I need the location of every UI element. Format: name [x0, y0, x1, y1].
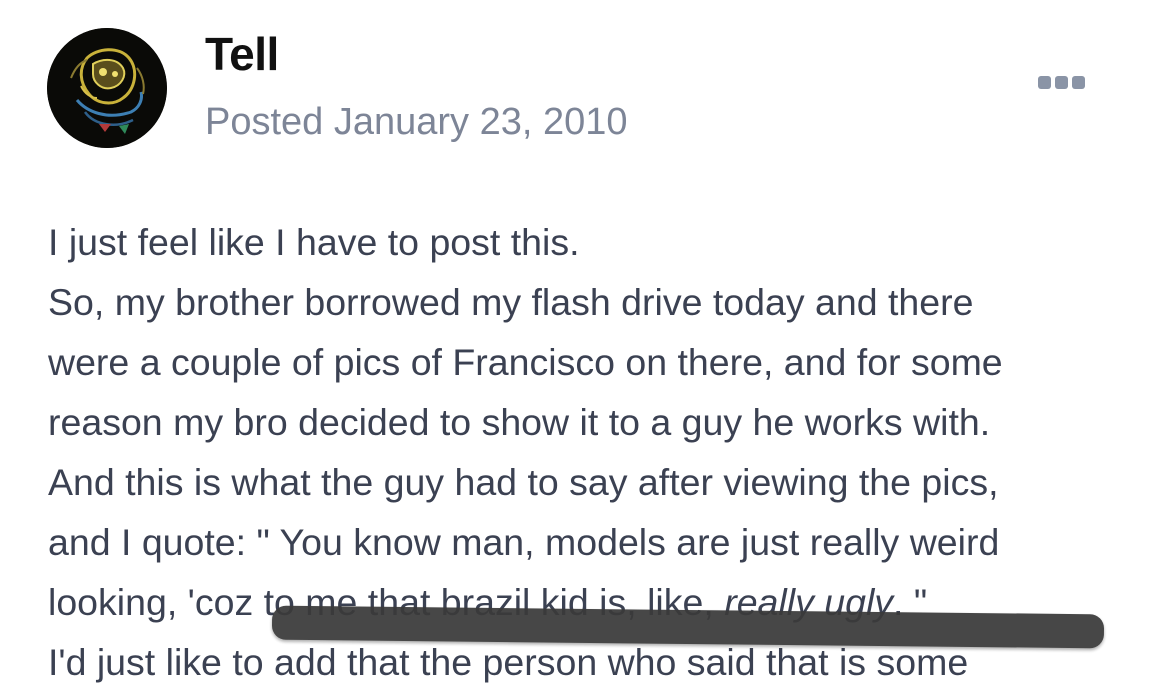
post-line: were a couple of pics of Francisco on th…: [48, 341, 1003, 383]
post-date: Posted January 23, 2010: [205, 101, 628, 143]
forum-post: Tell Posted January 23, 2010 I just feel…: [0, 0, 1170, 683]
post-line: And this is what the guy had to say afte…: [48, 461, 999, 503]
post-line: I just feel like I have to post this.: [48, 221, 580, 263]
dot-icon: [1037, 75, 1051, 89]
more-options-icon[interactable]: [1032, 70, 1090, 94]
post-line: reason my bro decided to show it to a gu…: [48, 401, 991, 443]
user-avatar[interactable]: [47, 28, 167, 148]
post-line: So, my brother borrowed my flash drive t…: [48, 281, 974, 323]
avatar-artwork: [47, 28, 167, 148]
dot-icon: [1054, 75, 1068, 89]
author-name[interactable]: Tell: [205, 27, 279, 81]
dot-icon: [1071, 75, 1085, 89]
post-line: and I quote: " You know man, models are …: [48, 521, 1000, 563]
